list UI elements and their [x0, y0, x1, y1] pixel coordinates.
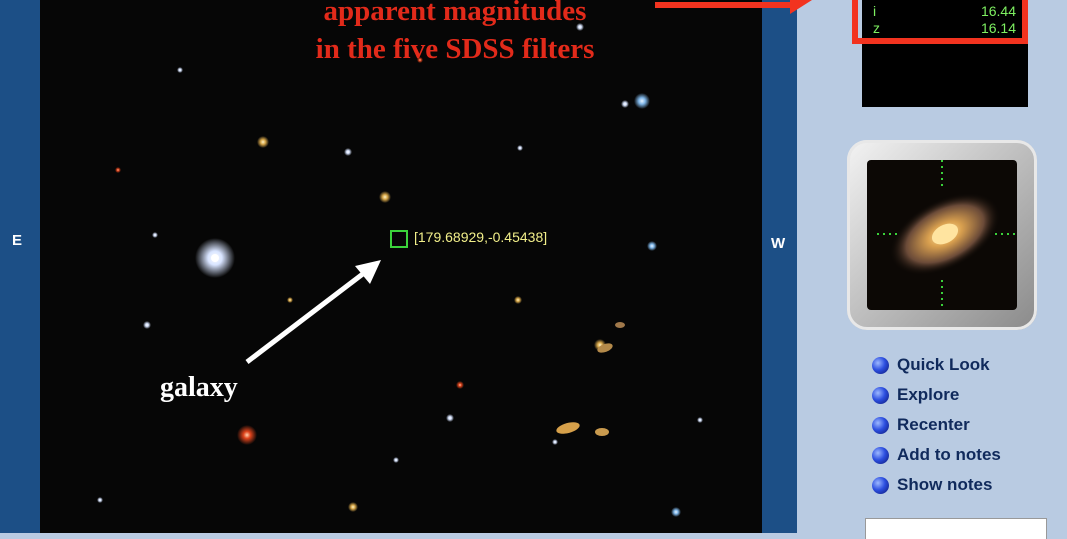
nav-label: Explore [897, 385, 960, 404]
magnitude-band: i [873, 3, 877, 19]
target-marker[interactable] [390, 230, 408, 248]
bullet-icon [872, 416, 889, 434]
arrow-to-galaxy-head [355, 260, 381, 284]
add-to-notes-button[interactable]: Add to notes [872, 440, 1001, 470]
explore-button[interactable]: Explore [872, 380, 1001, 410]
notes-preview[interactable] [866, 519, 1046, 539]
arrow-to-galaxy [245, 268, 370, 364]
recenter-button[interactable]: Recenter [872, 410, 1001, 440]
bullet-icon [872, 476, 889, 494]
bullet-icon [872, 386, 889, 404]
bullet-icon [872, 446, 889, 464]
magnitude-row-i: i 16.44 [873, 3, 1016, 20]
magnitude-value: 16.14 [980, 20, 1016, 36]
tool-menu: Quick Look Explore Recenter Add to notes… [872, 350, 1001, 500]
magnitude-row-z: z 16.14 [873, 20, 1016, 37]
nav-label: Recenter [897, 415, 970, 434]
thumbnail-image [877, 160, 1017, 310]
quick-look-button[interactable]: Quick Look [872, 350, 1001, 380]
arrow-to-magnitudes-head [790, 0, 812, 14]
object-thumbnail-frame [847, 140, 1037, 330]
show-notes-button[interactable]: Show notes [872, 470, 1001, 500]
magnitude-value: 16.44 [980, 3, 1016, 19]
bullet-icon [872, 356, 889, 374]
object-thumbnail[interactable] [867, 160, 1017, 310]
coordinate-label: [179.68929,-0.45438] [414, 229, 548, 245]
nav-label: Show notes [897, 475, 993, 494]
magnitude-band: z [873, 20, 880, 36]
galaxy-label: galaxy [160, 372, 238, 403]
nav-label: Add to notes [897, 445, 1001, 464]
nav-label: Quick Look [897, 355, 990, 374]
